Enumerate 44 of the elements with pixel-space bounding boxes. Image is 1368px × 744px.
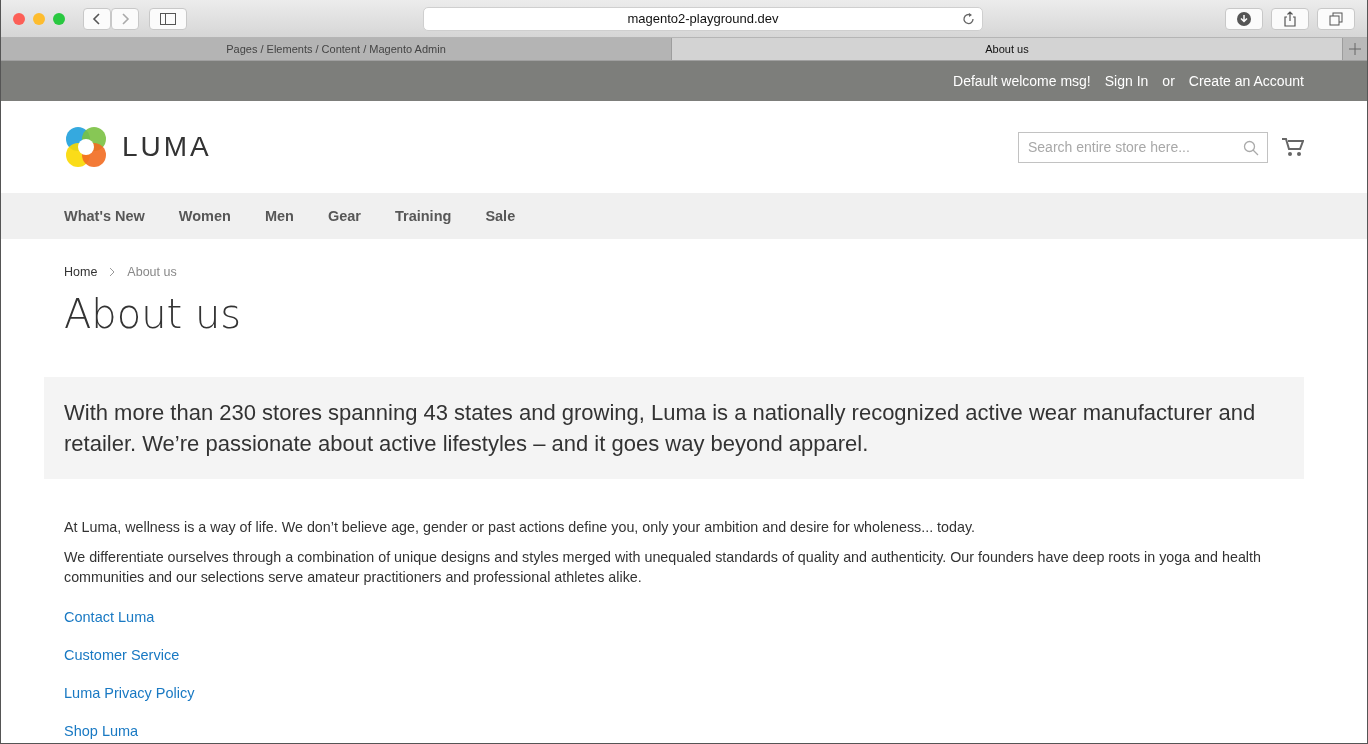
tabs-icon — [1329, 11, 1343, 26]
chevron-icon — [109, 267, 116, 277]
content-link[interactable]: Luma Privacy Policy — [64, 685, 195, 701]
logo-icon[interactable] — [64, 125, 108, 169]
nav-link[interactable]: Training — [394, 208, 452, 224]
back-button[interactable] — [83, 7, 111, 30]
search-field[interactable]: Search entire store here... — [1018, 131, 1268, 163]
nav-link[interactable]: Gear — [327, 208, 361, 224]
address-field[interactable]: magento2-playground.dev — [423, 6, 983, 31]
content-link[interactable]: Customer Service — [64, 647, 180, 663]
share-icon — [1283, 10, 1297, 27]
nav-link[interactable]: Men — [264, 208, 294, 224]
or-text: or — [1162, 73, 1175, 89]
close-icon[interactable] — [13, 12, 25, 25]
sidebar-icon — [160, 12, 176, 25]
browser-tab[interactable]: About us — [672, 38, 1343, 60]
maximize-icon[interactable] — [53, 12, 65, 25]
sign-in-link[interactable]: Sign In — [1104, 73, 1149, 89]
tabs-button[interactable] — [1317, 7, 1355, 30]
content-link[interactable]: Shop Luma — [64, 723, 139, 739]
logo-text[interactable]: LUMA — [122, 131, 212, 163]
new-tab-icon[interactable] — [1349, 43, 1361, 55]
page-title: About us — [64, 291, 243, 337]
body-paragraph: At Luma, wellness is a way of life. We don’t believe age, gender or past actions define you, only your ambition and desire for wholeness... today. — [64, 518, 976, 537]
create-account-link[interactable]: Create an Account — [1188, 73, 1304, 89]
search-icon[interactable] — [1243, 139, 1259, 156]
chevron-right-icon — [120, 11, 130, 26]
cart-icon[interactable] — [1282, 137, 1304, 157]
download-icon — [1237, 11, 1251, 26]
content-link[interactable]: Contact Luma — [64, 609, 155, 625]
share-button[interactable] — [1271, 7, 1309, 30]
intro-text: With more than 230 stores spanning 43 states and growing, Luma is a nationally recognized active wear manufacturer and retailer. We’re passionate about active lifestyles – and it goes way beyond apparel. — [44, 377, 1304, 479]
reload-icon[interactable] — [962, 11, 976, 26]
nav-link[interactable]: What's New — [64, 208, 145, 224]
nav-link[interactable]: Women — [178, 208, 231, 224]
sidebar-button[interactable] — [149, 7, 187, 30]
browser-tab[interactable]: Pages / Elements / Content / Magento Admin — [1, 38, 672, 60]
body-paragraph: We differentiate ourselves through a combination of unique designs and styles merged with unequaled standards of quality and authenticity. Our founders have deep roots in yoga and health communities and our selections serve amateur practitioners and professional athletes alike. — [64, 548, 1262, 587]
nav-link[interactable]: Sale — [485, 208, 516, 224]
chevron-left-icon — [92, 11, 102, 26]
download-button[interactable] — [1225, 7, 1263, 30]
breadcrumb-link[interactable]: Home — [64, 265, 98, 279]
forward-button[interactable] — [111, 7, 139, 30]
welcome-message: Default welcome msg! — [953, 73, 1091, 89]
